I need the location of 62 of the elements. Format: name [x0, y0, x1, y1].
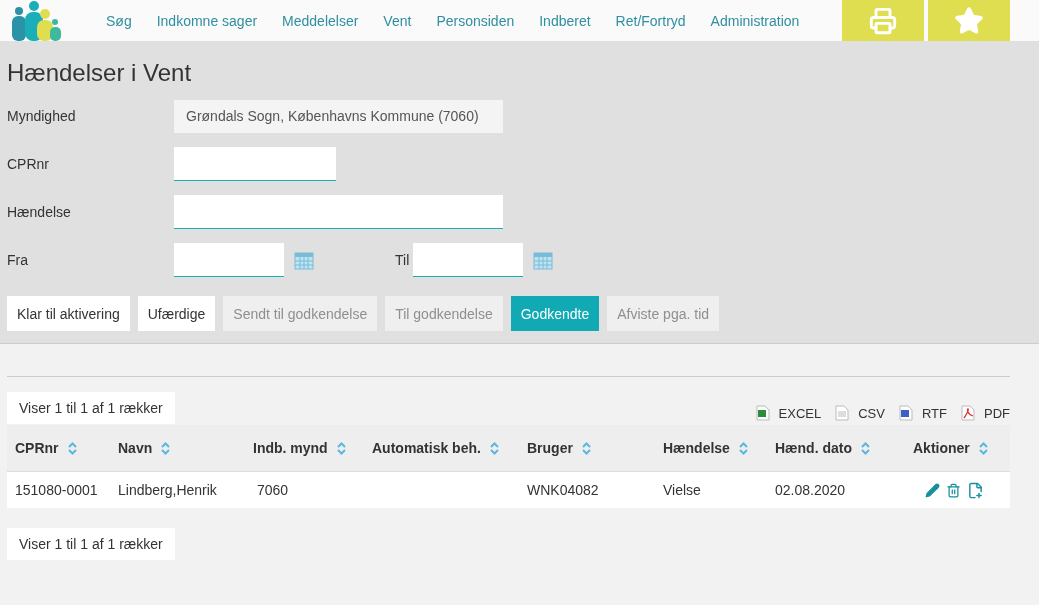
- sort-icon: [861, 441, 870, 455]
- column-header[interactable]: Hændelse: [655, 425, 767, 471]
- edit-icon[interactable]: [925, 482, 940, 498]
- nav-link[interactable]: Vent: [383, 12, 412, 29]
- document-icon: [835, 405, 850, 421]
- field-label: CPRnr: [7, 156, 50, 172]
- nav-link[interactable]: Indkomne sager: [156, 12, 258, 29]
- sort-icon: [489, 441, 499, 455]
- nav-link[interactable]: Administration: [710, 12, 800, 29]
- file-add-icon[interactable]: [967, 481, 984, 499]
- column-header[interactable]: Aktioner: [905, 425, 1010, 471]
- authority-field: Grøndals Sogn, Københavns Kommune (7060): [174, 99, 503, 133]
- filter-tab[interactable]: Klar til aktivering: [7, 296, 130, 331]
- sort-icon: [336, 441, 346, 455]
- sort-icon: [738, 441, 748, 455]
- star-icon: [954, 5, 984, 36]
- table-cell-text: 02.08.2020: [774, 481, 847, 500]
- nav-link[interactable]: Personsiden: [436, 12, 515, 29]
- field-label: Hændelse: [7, 204, 72, 220]
- field-label: Fra: [7, 252, 29, 268]
- export-link[interactable]: EXCEL: [755, 405, 822, 421]
- print-button[interactable]: [842, 0, 924, 41]
- calendar-icon[interactable]: [294, 250, 314, 270]
- nav-link[interactable]: Søg: [106, 12, 132, 29]
- table-cell-text: Vielse: [662, 481, 702, 500]
- calendar-icon[interactable]: [533, 250, 554, 270]
- delete-icon[interactable]: [946, 482, 961, 498]
- cpr-input[interactable]: [174, 147, 336, 181]
- row-count-info: Viser 1 til 1 af 1 rækker: [7, 392, 175, 424]
- nav-link[interactable]: Ret/Fortryd: [615, 12, 686, 29]
- table-cell-text: Lindberg,Henrik: [117, 481, 218, 500]
- file-icon: [755, 405, 770, 421]
- table-cell-text: 7060: [256, 481, 290, 500]
- favorite-button[interactable]: [928, 0, 1010, 41]
- column-header[interactable]: Navn: [110, 425, 245, 471]
- sort-icon: [978, 441, 988, 455]
- sort-icon: [581, 441, 591, 455]
- sort-icon: [161, 441, 171, 455]
- page-title: Hændelser i Vent: [7, 59, 193, 87]
- file-icon: [961, 405, 975, 421]
- date-input[interactable]: [413, 243, 524, 277]
- export-link[interactable]: CSV: [835, 405, 885, 421]
- export-link[interactable]: PDF: [961, 405, 1010, 421]
- sort-icon: [67, 441, 77, 455]
- field-label: Til: [395, 252, 410, 268]
- column-header[interactable]: Indb. mynd: [245, 425, 364, 471]
- export-link[interactable]: RTF: [898, 405, 947, 421]
- nav-link[interactable]: Indberet: [539, 12, 591, 29]
- column-header[interactable]: Hænd. dato: [767, 425, 905, 471]
- filter-tab[interactable]: Ufærdige: [137, 296, 216, 331]
- table-cell-text: 151080-0001: [14, 481, 99, 500]
- column-header[interactable]: Automatisk beh.: [364, 425, 519, 471]
- file-icon: [898, 405, 913, 421]
- table-cell-text: WNK04082: [526, 481, 600, 500]
- row-count-info: Viser 1 til 1 af 1 rækker: [7, 528, 175, 560]
- printer-icon: [869, 6, 897, 35]
- date-input[interactable]: [174, 243, 284, 277]
- column-header[interactable]: CPRnr: [7, 425, 110, 471]
- column-header[interactable]: Bruger: [519, 425, 655, 471]
- field-label: Myndighed: [7, 108, 77, 124]
- event-input[interactable]: [174, 195, 503, 229]
- nav-link[interactable]: Meddelelser: [282, 12, 359, 29]
